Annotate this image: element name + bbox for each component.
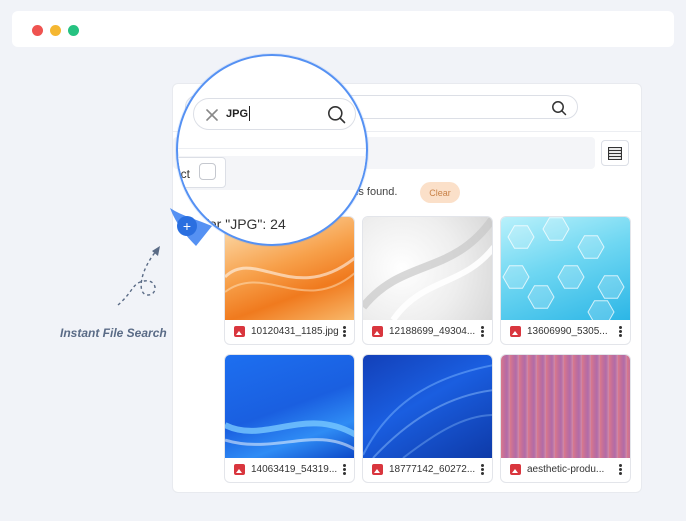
- image-file-icon: [234, 326, 245, 337]
- file-thumbnail[interactable]: [363, 217, 492, 322]
- image-file-icon: [510, 326, 521, 337]
- more-options-icon[interactable]: [619, 464, 622, 475]
- file-name: 18777142_60272...: [389, 464, 476, 475]
- dashed-arrow-icon: [117, 246, 160, 306]
- file-name: 12188699_49304...: [389, 326, 476, 337]
- minimize-window-button[interactable]: [50, 25, 61, 36]
- close-window-button[interactable]: [32, 25, 43, 36]
- clear-button[interactable]: Clear: [420, 182, 460, 203]
- search-input[interactable]: JPG: [193, 98, 356, 130]
- magnifier-divider: [178, 148, 366, 149]
- list-view-button[interactable]: [601, 140, 629, 166]
- image-file-icon: [372, 464, 383, 475]
- more-options-icon[interactable]: [481, 464, 484, 475]
- clear-search-icon[interactable]: [206, 109, 218, 121]
- file-name: aesthetic-produ...: [527, 464, 605, 475]
- select-all-checkbox[interactable]: [199, 163, 216, 180]
- file-thumbnail[interactable]: [225, 355, 354, 458]
- image-file-icon: [510, 464, 521, 475]
- file-card[interactable]: 13606990_5305...: [500, 216, 631, 345]
- more-options-icon[interactable]: [343, 326, 346, 337]
- add-button[interactable]: +: [177, 216, 197, 236]
- image-file-icon: [234, 464, 245, 475]
- file-card[interactable]: 12188699_49304...: [362, 216, 493, 345]
- list-view-icon: [608, 146, 622, 160]
- search-icon[interactable]: [551, 100, 567, 121]
- file-thumbnail[interactable]: [363, 355, 492, 459]
- image-file-icon: [372, 326, 383, 337]
- maximize-window-button[interactable]: [68, 25, 79, 36]
- more-options-icon[interactable]: [619, 326, 622, 337]
- file-name: 13606990_5305...: [527, 326, 608, 337]
- file-name: 10120431_1185.jpg: [251, 326, 339, 337]
- file-card[interactable]: 18777142_60272...: [362, 354, 493, 483]
- file-thumbnail[interactable]: [501, 217, 630, 324]
- file-card[interactable]: 14063419_54319...: [224, 354, 355, 483]
- feature-caption: Instant File Search: [60, 326, 167, 340]
- search-query: JPG: [226, 108, 249, 120]
- file-name: 14063419_54319...: [251, 464, 338, 475]
- file-thumbnail[interactable]: [501, 355, 630, 458]
- text-cursor: [249, 106, 250, 121]
- more-options-icon[interactable]: [343, 464, 346, 475]
- search-icon[interactable]: [327, 105, 346, 124]
- select-all-label: ect: [178, 167, 191, 181]
- more-options-icon[interactable]: [481, 326, 484, 337]
- file-card[interactable]: aesthetic-produ...: [500, 354, 631, 483]
- window-title-bar: [12, 11, 674, 47]
